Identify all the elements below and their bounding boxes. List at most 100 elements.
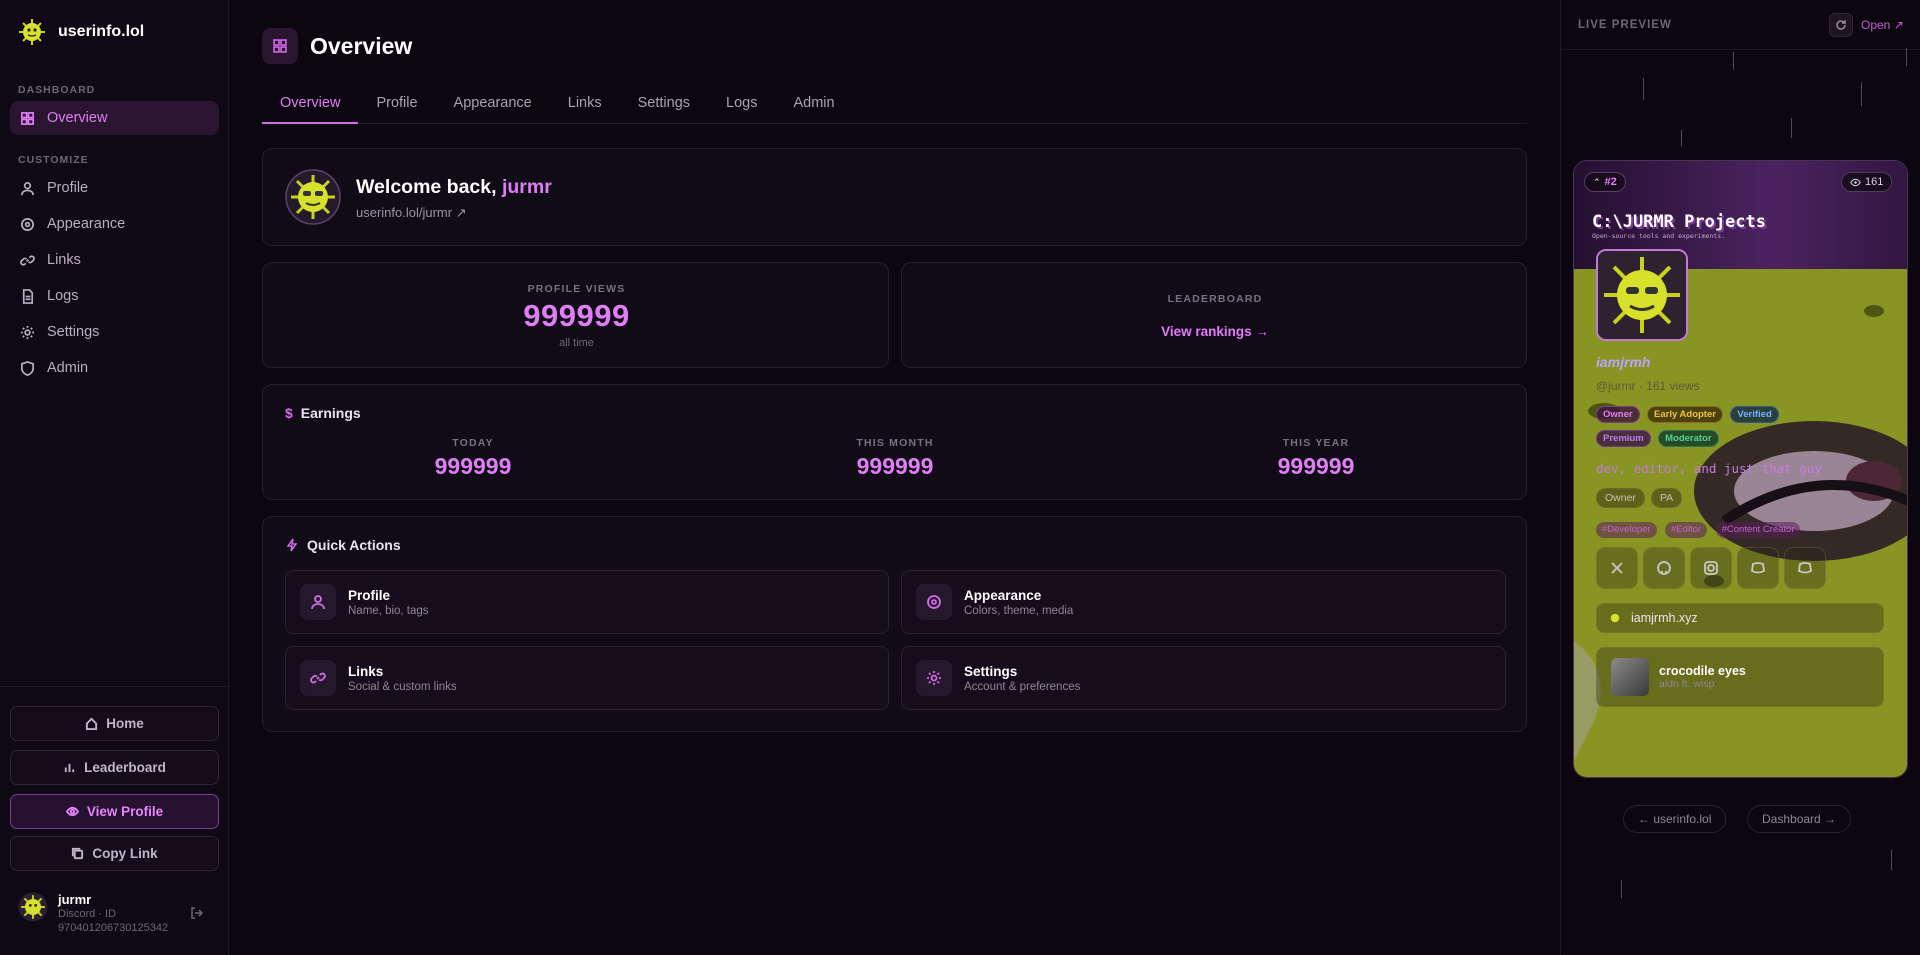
view-profile-button[interactable]: View Profile: [10, 794, 219, 829]
dashboard-button[interactable]: Dashboard →: [1747, 805, 1852, 833]
user-icon: [311, 595, 325, 610]
instagram-icon: [1704, 561, 1718, 575]
welcome-prefix: Welcome back,: [356, 176, 497, 198]
bio: dev, editor, and just that guy: [1596, 461, 1822, 476]
rain-streak: [1643, 78, 1644, 100]
tag-developer: #Developer: [1596, 521, 1657, 538]
badge-early-adopter: Early Adopter: [1647, 406, 1723, 423]
copy-link-button[interactable]: Copy Link: [10, 836, 219, 871]
sidebar-item-label: Settings: [47, 324, 100, 340]
social-discord-2[interactable]: [1784, 547, 1826, 589]
home-button[interactable]: Home: [10, 706, 219, 741]
rank-value: #2: [1604, 176, 1617, 188]
leaderboard-label: LEADERBOARD: [1167, 293, 1263, 305]
sidebar-item-overview[interactable]: Overview: [10, 101, 219, 135]
quick-action-title: Profile: [348, 587, 391, 603]
user-discord-label: Discord · ID: [58, 908, 117, 920]
back-to-site-button[interactable]: ← userinfo.lol: [1623, 805, 1727, 833]
badge-verified: Verified: [1730, 406, 1779, 423]
rank-badge: ⌃ #2: [1584, 172, 1626, 192]
sidebar-item-appearance[interactable]: Appearance: [10, 207, 219, 241]
earnings-today-label: TODAY: [452, 437, 494, 449]
divider: [0, 686, 229, 687]
quick-action-sub: Social & custom links: [348, 680, 457, 693]
sidebar-item-admin[interactable]: Admin: [10, 351, 219, 385]
profile-views-label: PROFILE VIEWS: [527, 283, 626, 295]
tab-profile[interactable]: Profile: [358, 92, 435, 124]
social-discord[interactable]: [1737, 547, 1779, 589]
quick-action-profile[interactable]: Profile Name, bio, tags: [285, 570, 889, 634]
album-art: [1611, 658, 1649, 696]
quick-action-appearance[interactable]: Appearance Colors, theme, media: [901, 570, 1506, 634]
quick-action-icon: [916, 584, 952, 620]
profile-views-card: PROFILE VIEWS 999999 all time: [262, 262, 889, 368]
discord-icon: [1751, 562, 1765, 574]
website-url: iamjrmh.xyz: [1631, 611, 1698, 625]
social-github[interactable]: [1643, 547, 1685, 589]
sidebar-item-settings[interactable]: Settings: [10, 315, 219, 349]
tab-overview[interactable]: Overview: [262, 92, 359, 124]
eye-icon: [65, 806, 79, 817]
earnings-year-label: THIS YEAR: [1282, 437, 1350, 449]
banner-title: C:\JURMR Projects: [1592, 212, 1766, 232]
sidebar-item-profile[interactable]: Profile: [10, 171, 219, 205]
profile-avatar: [1596, 249, 1688, 341]
sidebar-item-label: Admin: [47, 360, 89, 376]
leaderboard-button[interactable]: Leaderboard: [10, 750, 219, 785]
file-icon: [22, 288, 34, 304]
quick-action-links[interactable]: Links Social & custom links: [285, 646, 889, 710]
quick-action-icon: [300, 660, 336, 696]
app-name: userinfo.lol: [58, 23, 145, 40]
virus-icon: [1610, 613, 1620, 623]
sidebar-item-logs[interactable]: Logs: [10, 279, 219, 313]
brand[interactable]: userinfo.lol: [18, 18, 144, 46]
profile-preview-card: ⌃ #2 161 C:\JURMR Projects Open-source to…: [1573, 160, 1908, 778]
banner-subtitle: Open-source tools and experiments.: [1592, 232, 1726, 240]
quick-action-title: Settings: [964, 663, 1018, 679]
copy-link-button-label: Copy Link: [92, 846, 158, 861]
open-preview-link[interactable]: Open ↗: [1861, 18, 1904, 32]
handle-line: @jurmr · 161 views: [1596, 379, 1700, 393]
dollar-icon: $: [285, 405, 293, 421]
sidebar: userinfo.lol DASHBOARD Overview CUSTOMIZ…: [0, 0, 229, 955]
virus-avatar-icon: [1598, 251, 1686, 339]
leaderboard-card: LEADERBOARD View rankings →: [901, 262, 1527, 368]
quick-action-title: Appearance: [964, 587, 1042, 603]
profile-views-value: 999999: [523, 298, 630, 333]
quick-action-title: Links: [348, 663, 384, 679]
tab-admin[interactable]: Admin: [775, 92, 852, 124]
sidebar-item-links[interactable]: Links: [10, 243, 219, 277]
rain-streak: [1791, 118, 1792, 138]
website-link[interactable]: iamjrmh.xyz: [1596, 603, 1884, 633]
profile-url-link[interactable]: userinfo.lol/jurmr ↗: [356, 205, 467, 221]
tab-links[interactable]: Links: [550, 92, 620, 124]
user-icon: [21, 181, 34, 195]
refresh-button[interactable]: [1829, 13, 1853, 37]
github-icon: [1657, 561, 1671, 575]
handle: @jurmr: [1596, 379, 1636, 393]
tab-appearance[interactable]: Appearance: [436, 92, 550, 124]
quick-actions-header: Quick Actions: [285, 537, 401, 553]
quick-action-sub: Name, bio, tags: [348, 604, 429, 617]
tab-logs[interactable]: Logs: [708, 92, 775, 124]
tab-bar: Overview Profile Appearance Links Settin…: [262, 92, 1527, 124]
quick-action-settings[interactable]: Settings Account & preferences: [901, 646, 1506, 710]
music-player[interactable]: crocodile eyes aldn ft. wisp: [1596, 647, 1884, 707]
rain-streak: [1681, 130, 1682, 146]
track-artist: aldn ft. wisp: [1659, 678, 1715, 690]
rain-streak: [1621, 880, 1622, 898]
refresh-icon: [1836, 20, 1846, 30]
page-icon: [262, 28, 298, 64]
social-x[interactable]: [1596, 547, 1638, 589]
link-icon: [310, 672, 326, 684]
views-value: 161: [1865, 176, 1884, 188]
virus-logo-icon: [19, 19, 45, 45]
tab-settings[interactable]: Settings: [620, 92, 708, 124]
view-rankings-link[interactable]: View rankings →: [902, 324, 1528, 339]
social-instagram[interactable]: [1690, 547, 1732, 589]
chevron-up-icon: ⌃: [1593, 176, 1601, 187]
section-label-customize: CUSTOMIZE: [18, 154, 89, 166]
logout-icon[interactable]: [190, 906, 204, 920]
meta-row: Owner PA: [1596, 488, 1683, 508]
sidebar-item-label: Links: [47, 252, 81, 268]
